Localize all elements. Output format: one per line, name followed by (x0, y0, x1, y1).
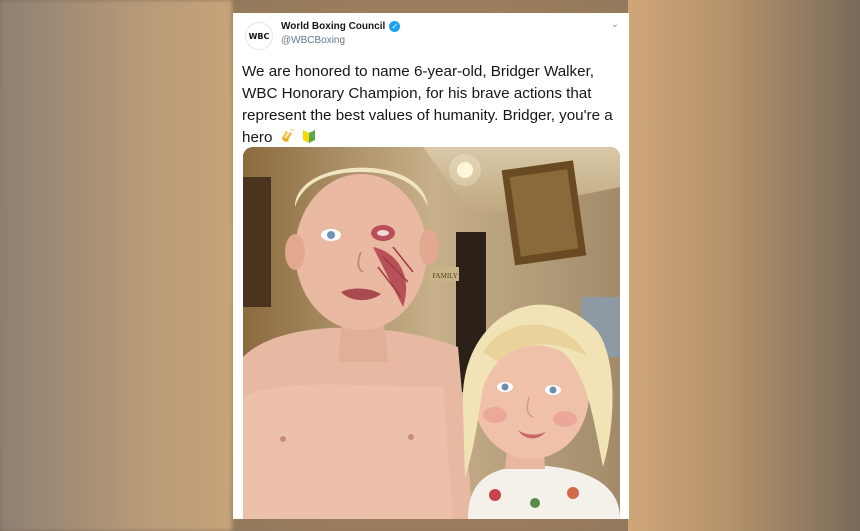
background-right-blur (628, 0, 860, 531)
account-handle[interactable]: @WBCBoxing (281, 35, 345, 46)
beginner-symbol-emoji (302, 130, 315, 143)
background-left-blur (0, 0, 232, 531)
tweet-photo[interactable]: FAMILY (243, 147, 620, 519)
tweet-text: We are honored to name 6-year-old, Bridg… (242, 61, 622, 149)
tweet-body: We are honored to name 6-year-old, Bridg… (242, 63, 613, 146)
tweet-card: WBC World Boxing Council ✓ @WBCBoxing ⌄ … (233, 13, 629, 519)
wbc-avatar[interactable]: WBC (245, 22, 273, 50)
family-sign-text: FAMILY (432, 272, 458, 280)
account-name-row: World Boxing Council ✓ (281, 21, 401, 32)
photo-illustration: FAMILY (243, 147, 620, 519)
clapping-hands-emoji (281, 128, 294, 142)
verified-badge-icon: ✓ (389, 21, 401, 32)
account-name[interactable]: World Boxing Council (281, 21, 385, 32)
avatar-logo-text: WBC (248, 31, 270, 41)
chevron-down-icon[interactable]: ⌄ (611, 19, 619, 30)
